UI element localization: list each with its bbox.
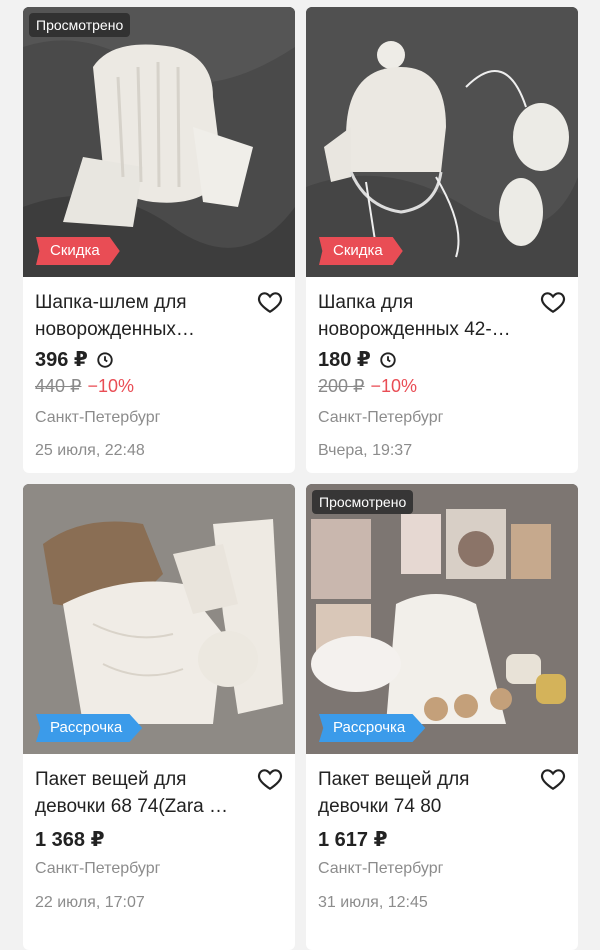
title-line: Шапка-шлем для <box>35 292 187 313</box>
title-line: Шапка для <box>318 292 414 313</box>
city: Санкт-Петербург <box>318 860 444 877</box>
title-line: девочки 74 80 <box>318 796 442 817</box>
old-price-row: 440 ₽ −10% <box>35 376 134 397</box>
price: 1 617 ₽ <box>318 827 388 852</box>
viewed-badge: Просмотрено <box>29 13 131 37</box>
discount-tag: Скидка <box>319 237 403 265</box>
title-line: девочки 68 74(Zara … <box>35 796 229 817</box>
listing-card[interactable]: Рассрочка Пакет вещей для девочки 68 74(… <box>23 484 295 950</box>
viewed-badge: Просмотрено <box>312 490 414 514</box>
title-line: Пакет вещей для <box>35 769 187 790</box>
installment-tag: Рассрочка <box>319 714 426 742</box>
date: 31 июля, 12:45 <box>318 894 428 911</box>
old-price-row: 200 ₽ −10% <box>318 376 417 397</box>
listing-photo[interactable]: Скидка <box>306 7 578 277</box>
title-line: новорожденных 42-… <box>318 319 511 340</box>
discount-tag: Скидка <box>36 237 120 265</box>
listing-photo[interactable]: Рассрочка <box>23 484 295 754</box>
city: Санкт-Петербург <box>35 860 161 877</box>
discount-percent: −10% <box>87 376 135 396</box>
old-price: 200 ₽ <box>318 376 365 396</box>
listing-card[interactable]: Скидка Шапка для новорожденных 42-… 180 … <box>306 7 578 473</box>
price-value: 180 ₽ <box>318 349 371 371</box>
title-line: Пакет вещей для <box>318 769 470 790</box>
price-value: 1 617 ₽ <box>318 829 388 851</box>
listing-card[interactable]: Просмотрено Рассрочка Пакет вещей для де… <box>306 484 578 950</box>
heart-outline-icon[interactable] <box>257 289 283 315</box>
clock-icon <box>380 351 396 368</box>
city: Санкт-Петербург <box>35 409 161 426</box>
heart-outline-icon[interactable] <box>257 766 283 792</box>
listing-title[interactable]: Шапка-шлем для новорожденных… <box>35 289 255 343</box>
heart-outline-icon[interactable] <box>540 766 566 792</box>
listing-photo[interactable]: Просмотрено Рассрочка <box>306 484 578 754</box>
listing-card[interactable]: Просмотрено Скидка Шапка-шлем для новоро… <box>23 7 295 473</box>
date: 22 июля, 17:07 <box>35 894 145 911</box>
heart-outline-icon[interactable] <box>540 289 566 315</box>
price: 1 368 ₽ <box>35 827 105 852</box>
old-price: 440 ₽ <box>35 376 82 396</box>
price-value: 1 368 ₽ <box>35 829 105 851</box>
price-value: 396 ₽ <box>35 349 88 371</box>
price: 180 ₽ <box>318 347 397 372</box>
date: Вчера, 19:37 <box>318 442 413 459</box>
listing-title[interactable]: Пакет вещей для девочки 68 74(Zara … <box>35 766 255 820</box>
listing-title[interactable]: Пакет вещей для девочки 74 80 <box>318 766 538 820</box>
listing-title[interactable]: Шапка для новорожденных 42-… <box>318 289 538 343</box>
listing-photo[interactable]: Просмотрено Скидка <box>23 7 295 277</box>
title-line: новорожденных… <box>35 319 195 340</box>
clock-icon <box>97 351 113 368</box>
date: 25 июля, 22:48 <box>35 442 145 459</box>
price: 396 ₽ <box>35 347 114 372</box>
city: Санкт-Петербург <box>318 409 444 426</box>
installment-tag: Рассрочка <box>36 714 143 742</box>
discount-percent: −10% <box>370 376 418 396</box>
